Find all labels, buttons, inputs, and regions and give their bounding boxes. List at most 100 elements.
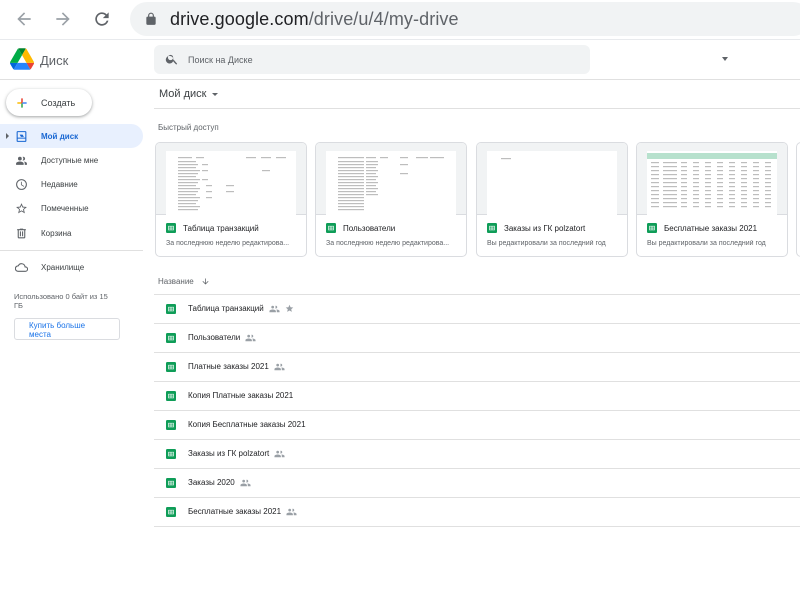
sidebar: Создать Мой диск Доступные мне Недавние … bbox=[0, 80, 150, 595]
google-sheets-icon bbox=[647, 223, 657, 233]
buy-storage-button[interactable]: Купить больше места bbox=[14, 318, 120, 340]
card-activity-text: За последнюю неделю редактирова... bbox=[326, 240, 450, 247]
browser-toolbar: drive.google.com/drive/u/4/my-drive bbox=[0, 0, 800, 40]
sidebar-item-trash[interactable]: Корзина bbox=[0, 221, 143, 245]
card-file-name: Таблица транзакций bbox=[183, 223, 259, 233]
file-name-cell: Заказы 2020 bbox=[188, 478, 251, 487]
create-button-label: Создать bbox=[41, 97, 76, 108]
star-icon bbox=[14, 201, 28, 215]
sort-down-arrow-icon[interactable] bbox=[201, 277, 210, 286]
card-name-row: Таблица транзакций bbox=[166, 223, 259, 233]
file-name: Платные заказы 2021 bbox=[188, 362, 269, 371]
card-name-row: Пользователи bbox=[326, 223, 395, 233]
sidebar-item-label: Недавние bbox=[41, 179, 78, 189]
quick-access-card[interactable]: Таблица транзакций За последнюю неделю р… bbox=[155, 142, 307, 257]
search-options-dropdown-icon[interactable] bbox=[722, 57, 728, 61]
plus-icon bbox=[17, 97, 27, 108]
file-row[interactable]: Копия Бесплатные заказы 2021 bbox=[154, 410, 800, 439]
reload-button[interactable] bbox=[89, 6, 115, 32]
file-row[interactable]: Копия Платные заказы 2021 bbox=[154, 381, 800, 410]
shared-people-icon bbox=[240, 479, 251, 487]
file-row[interactable]: Платные заказы 2021 bbox=[154, 352, 800, 381]
sidebar-item-storage[interactable]: Хранилище bbox=[0, 255, 143, 279]
file-name: Бесплатные заказы 2021 bbox=[188, 507, 282, 516]
trash-icon bbox=[14, 226, 28, 240]
card-file-name: Бесплатные заказы 2021 bbox=[664, 223, 758, 233]
card-name-row: Бесплатные заказы 2021 bbox=[647, 223, 757, 233]
file-row[interactable]: Заказы 2020 bbox=[154, 468, 800, 497]
file-name-cell: Заказы из ГК polzatort bbox=[188, 449, 285, 458]
quick-access-card[interactable]: Заказы из ГК polzatort Вы редактировали … bbox=[476, 142, 628, 257]
column-name-label: Название bbox=[158, 277, 194, 286]
sidebar-item-my-drive[interactable]: Мой диск bbox=[0, 124, 143, 148]
back-button[interactable] bbox=[11, 6, 37, 32]
starred-icon bbox=[285, 305, 293, 313]
file-thumbnail bbox=[477, 143, 627, 215]
expand-caret-icon[interactable] bbox=[6, 133, 9, 139]
file-name-cell: Платные заказы 2021 bbox=[188, 362, 285, 371]
shared-people-icon bbox=[269, 305, 280, 313]
clock-icon bbox=[14, 177, 28, 191]
search-icon[interactable] bbox=[165, 52, 179, 66]
file-row[interactable]: Бесплатные заказы 2021 bbox=[154, 497, 800, 526]
app-header: Диск bbox=[0, 40, 800, 80]
shared-people-icon bbox=[274, 363, 285, 371]
sidebar-item-label: Доступные мне bbox=[41, 155, 99, 165]
file-name: Заказы из ГК polzatort bbox=[188, 449, 270, 458]
drive-logo-icon[interactable] bbox=[10, 48, 34, 70]
quick-access-title: Быстрый доступ bbox=[158, 123, 219, 132]
quick-access-card-partial[interactable] bbox=[796, 142, 800, 257]
file-thumbnail bbox=[316, 143, 466, 215]
page-title: Мой диск bbox=[159, 88, 207, 100]
file-name: Копия Бесплатные заказы 2021 bbox=[188, 420, 306, 429]
search-input[interactable] bbox=[188, 49, 548, 70]
url-host: drive.google.com bbox=[170, 8, 309, 29]
file-row[interactable]: Таблица транзакций bbox=[154, 294, 800, 323]
shared-people-icon bbox=[274, 450, 285, 458]
sidebar-divider bbox=[0, 250, 143, 251]
shared-with-me-icon bbox=[14, 153, 28, 167]
title-divider bbox=[154, 108, 800, 109]
search-box[interactable] bbox=[154, 45, 728, 74]
sort-by-name-header[interactable]: Название bbox=[158, 277, 210, 286]
file-name: Копия Платные заказы 2021 bbox=[188, 391, 294, 400]
google-sheets-icon bbox=[326, 223, 336, 233]
quick-access-card[interactable]: Бесплатные заказы 2021 Вы редактировали … bbox=[636, 142, 788, 257]
my-drive-title-menu[interactable]: Мой диск bbox=[159, 88, 219, 100]
forward-arrow-icon bbox=[56, 12, 70, 26]
card-activity-text: Вы редактировали за последний год bbox=[647, 240, 766, 247]
create-button[interactable]: Создать bbox=[6, 89, 92, 116]
google-sheets-icon bbox=[166, 449, 176, 459]
file-row[interactable]: Заказы из ГК polzatort bbox=[154, 439, 800, 468]
sidebar-item-recent[interactable]: Недавние bbox=[0, 172, 143, 196]
sidebar-item-label: Корзина bbox=[41, 228, 72, 238]
my-drive-icon bbox=[14, 129, 28, 143]
file-name-cell: Копия Бесплатные заказы 2021 bbox=[188, 420, 306, 429]
card-name-row: Заказы из ГК polzatort bbox=[487, 223, 585, 233]
google-sheets-icon bbox=[166, 478, 176, 488]
storage-usage-text: Использовано 0 байт из 15 ГБ bbox=[14, 292, 108, 310]
file-row[interactable]: Пользователи bbox=[154, 323, 800, 352]
forward-button[interactable] bbox=[50, 6, 76, 32]
back-arrow-icon bbox=[17, 12, 31, 26]
card-activity-text: За последнюю неделю редактирова... bbox=[166, 240, 290, 247]
address-bar[interactable]: drive.google.com/drive/u/4/my-drive bbox=[130, 2, 800, 36]
file-thumbnail bbox=[156, 143, 306, 215]
shared-people-icon bbox=[286, 508, 297, 516]
file-list-bottom-divider bbox=[154, 526, 800, 527]
reload-icon bbox=[95, 12, 109, 26]
chevron-down-icon bbox=[212, 92, 219, 96]
sidebar-item-label: Помеченные bbox=[41, 203, 89, 213]
sidebar-item-starred[interactable]: Помеченные bbox=[0, 196, 143, 220]
file-name-cell: Бесплатные заказы 2021 bbox=[188, 507, 297, 516]
file-name-cell: Таблица транзакций bbox=[188, 304, 294, 313]
google-sheets-icon bbox=[166, 362, 176, 372]
card-file-name: Заказы из ГК polzatort bbox=[504, 223, 586, 233]
google-sheets-icon bbox=[166, 304, 176, 314]
google-sheets-icon bbox=[166, 391, 176, 401]
file-name: Таблица транзакций bbox=[188, 304, 264, 313]
google-sheets-icon bbox=[166, 333, 176, 343]
sidebar-item-shared-with-me[interactable]: Доступные мне bbox=[0, 148, 143, 172]
url-text: drive.google.com/drive/u/4/my-drive bbox=[170, 9, 459, 30]
quick-access-card[interactable]: Пользователи За последнюю неделю редакти… bbox=[315, 142, 467, 257]
